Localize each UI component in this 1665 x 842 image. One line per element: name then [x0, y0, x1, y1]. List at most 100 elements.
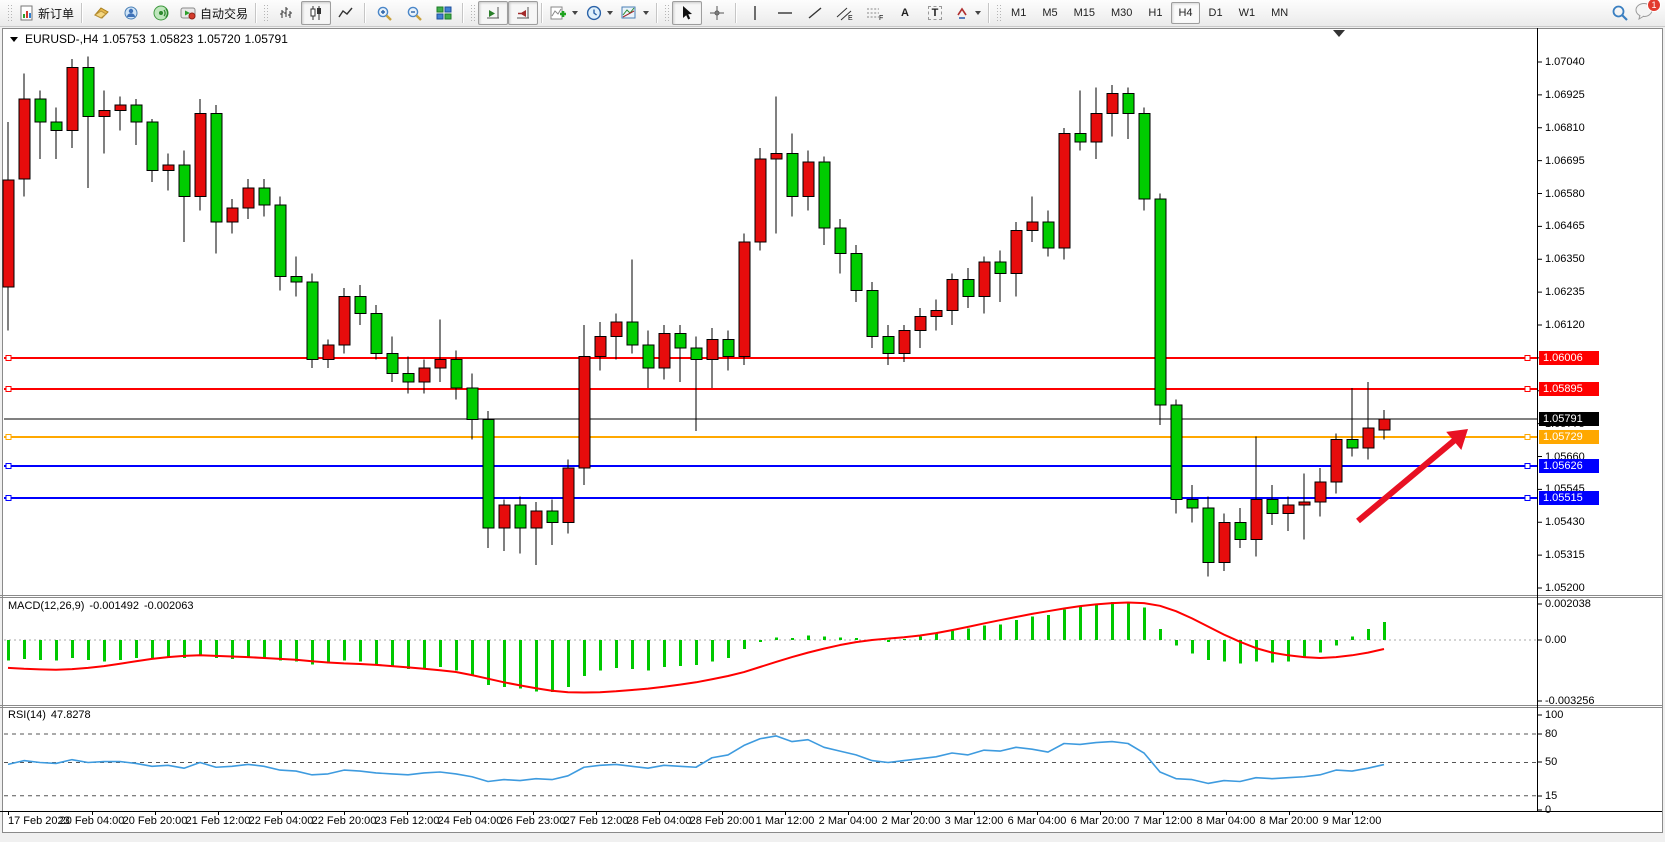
bar-chart-button[interactable]	[271, 1, 301, 25]
fibonacci-tool-button[interactable]: F	[860, 1, 890, 25]
line-handle[interactable]	[1525, 496, 1530, 501]
new-order-label: 新订单	[38, 5, 74, 22]
indicators-button[interactable]	[546, 1, 582, 25]
arrows-tool-button[interactable]	[950, 1, 985, 25]
line-handle[interactable]	[6, 387, 11, 392]
line-handle[interactable]	[1525, 435, 1530, 440]
chart-canvas[interactable]	[0, 0, 1665, 842]
time-tick-label: 26 Feb 23:00	[501, 815, 566, 827]
tab-timeframe-h4[interactable]: H4	[1171, 2, 1199, 24]
gold-book-icon	[93, 5, 110, 21]
toolbar-grip[interactable]	[7, 4, 12, 22]
equidistant-channel-tool-button[interactable]: E	[830, 1, 860, 25]
horizontal-line-tool-button[interactable]	[770, 1, 800, 25]
line-handle[interactable]	[6, 356, 11, 361]
notifications-button[interactable]: 1	[1635, 2, 1655, 25]
macd-main-value: -0.001492	[89, 600, 139, 612]
line-handle[interactable]	[6, 435, 11, 440]
toolbar-grip[interactable]	[263, 4, 268, 22]
virtual-hosting-button[interactable]	[116, 1, 146, 25]
vertical-line-icon	[749, 5, 761, 21]
chart-shift-button[interactable]	[508, 1, 538, 25]
periods-button[interactable]	[582, 1, 617, 25]
macd-signal-value: -0.002063	[144, 600, 194, 612]
text-tool-button[interactable]: A	[890, 1, 920, 25]
trendline-tool-button[interactable]	[800, 1, 830, 25]
toolbar-grip[interactable]	[470, 4, 475, 22]
templates-button[interactable]	[617, 1, 653, 25]
price-tick-label: 1.07040	[1545, 56, 1585, 68]
auto-trading-label: 自动交易	[200, 5, 248, 22]
tab-timeframe-m30[interactable]: M30	[1104, 2, 1139, 24]
auto-scroll-button[interactable]	[478, 1, 508, 25]
line-handle[interactable]	[6, 464, 11, 469]
tab-timeframe-m1[interactable]: M1	[1004, 2, 1033, 24]
periods-dropdown-caret[interactable]	[607, 11, 613, 15]
time-tick-label: 7 Mar 12:00	[1134, 815, 1193, 827]
rsi-tick-label: 0	[1545, 804, 1551, 816]
arrows-dropdown-caret[interactable]	[975, 11, 981, 15]
rsi-tick-label: 100	[1545, 709, 1563, 721]
auto-scroll-icon	[485, 5, 501, 21]
toolbar-grip[interactable]	[996, 4, 1001, 22]
tile-windows-icon	[436, 5, 452, 21]
indicators-dropdown-caret[interactable]	[572, 11, 578, 15]
mt4-window: 新订单 自动交易	[0, 0, 1665, 842]
price-line-badge: 1.05626	[1539, 459, 1599, 473]
line-handle[interactable]	[6, 496, 11, 501]
text-tool-icon: A	[901, 7, 909, 19]
signals-button[interactable]	[146, 1, 176, 25]
tab-timeframe-mn[interactable]: MN	[1264, 2, 1295, 24]
zoom-in-icon	[376, 5, 393, 22]
zoom-out-button[interactable]	[399, 1, 429, 25]
depth-of-market-button[interactable]	[86, 1, 116, 25]
time-tick-label: 21 Feb 12:00	[186, 815, 251, 827]
symbol-collapse-icon[interactable]	[10, 37, 18, 42]
line-handle[interactable]	[1525, 464, 1530, 469]
tab-timeframe-m15[interactable]: M15	[1067, 2, 1102, 24]
cursor-tool-button[interactable]	[672, 1, 702, 25]
candlestick-chart-button[interactable]	[301, 1, 331, 25]
fibonacci-icon: F	[866, 5, 884, 21]
horizontal-line-icon	[777, 5, 793, 21]
tab-timeframe-w1[interactable]: W1	[1232, 2, 1263, 24]
time-tick-label: 1 Mar 12:00	[756, 815, 815, 827]
price-tick-label: 1.06580	[1545, 188, 1585, 200]
rsi-indicator-label: RSI(14) 47.8278	[8, 709, 91, 721]
rsi-value: 47.8278	[51, 709, 91, 721]
new-order-button[interactable]: 新订单	[15, 1, 78, 25]
line-handle[interactable]	[1525, 387, 1530, 392]
line-chart-button[interactable]	[331, 1, 361, 25]
tab-timeframe-d1[interactable]: D1	[1202, 2, 1230, 24]
vertical-line-tool-button[interactable]	[740, 1, 770, 25]
time-tick-label: 9 Mar 12:00	[1323, 815, 1382, 827]
time-tick-label: 20 Feb 20:00	[123, 815, 188, 827]
crosshair-icon	[709, 5, 725, 21]
trend-arrow-annotation[interactable]	[1358, 438, 1457, 521]
search-icon[interactable]	[1611, 4, 1629, 22]
text-label-tool-button[interactable]: T	[920, 1, 950, 25]
tile-windows-button[interactable]	[429, 1, 459, 25]
zoom-in-button[interactable]	[369, 1, 399, 25]
rsi-tick-label: 50	[1545, 756, 1557, 768]
clock-icon	[586, 5, 602, 21]
rsi-line	[8, 736, 1384, 784]
ohlc-low: 1.05720	[197, 32, 240, 46]
time-tick-label: 2 Mar 20:00	[882, 815, 941, 827]
macd-histogram	[7, 602, 1386, 692]
toolbar-grip[interactable]	[664, 4, 669, 22]
chart-title: EURUSD-,H4 1.05753 1.05823 1.05720 1.057…	[10, 32, 288, 46]
line-handle[interactable]	[1525, 356, 1530, 361]
tab-timeframe-m5[interactable]: M5	[1035, 2, 1064, 24]
templates-dropdown-caret[interactable]	[643, 11, 649, 15]
price-tick-label: 1.06810	[1545, 122, 1585, 134]
price-line-badge: 1.05729	[1539, 430, 1599, 444]
auto-trading-button[interactable]: 自动交易	[176, 1, 252, 25]
time-tick-label: 6 Mar 20:00	[1071, 815, 1130, 827]
chart-shift-icon	[515, 5, 531, 21]
price-line-badge: 1.06006	[1539, 351, 1599, 365]
tab-timeframe-h1[interactable]: H1	[1141, 2, 1169, 24]
ohlc-close: 1.05791	[245, 32, 288, 46]
crosshair-tool-button[interactable]	[702, 1, 732, 25]
channel-icon: E	[836, 5, 854, 21]
